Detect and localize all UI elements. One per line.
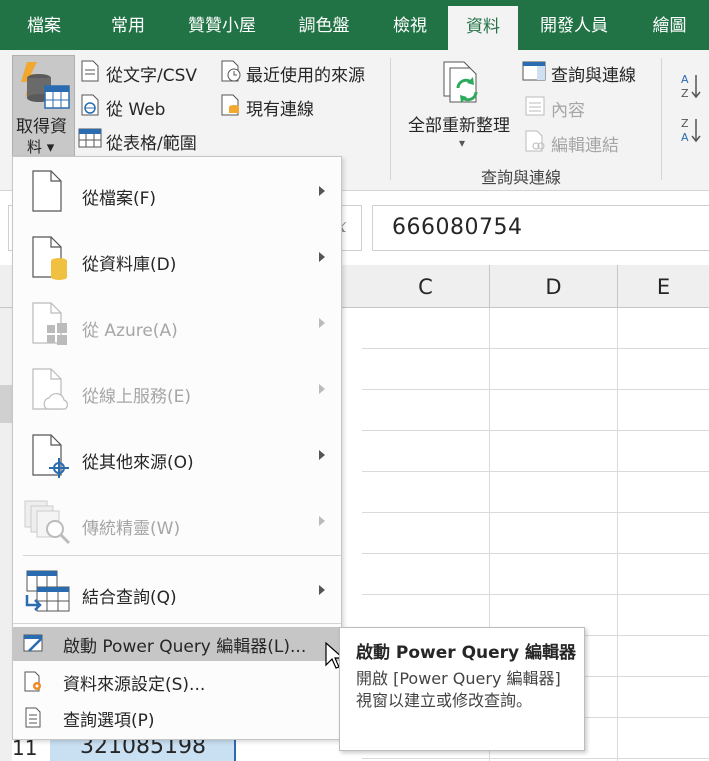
- column-header-e[interactable]: E: [618, 265, 709, 308]
- power-query-editor-icon: [23, 634, 43, 652]
- refresh-all-label: 全部重新整理: [408, 116, 510, 136]
- other-sources-icon: [32, 434, 69, 478]
- menu-item-label: 資料來源設定(S)...: [63, 675, 206, 695]
- refresh-all-icon: [443, 61, 478, 103]
- tab-draw[interactable]: 繪圖: [630, 0, 709, 50]
- submenu-arrow-icon: [319, 384, 325, 394]
- table-icon: [78, 128, 102, 148]
- submenu-arrow-icon: [319, 516, 325, 526]
- recent-sources-label: 最近使用的來源: [246, 66, 365, 86]
- properties-icon: [525, 96, 545, 116]
- submenu-arrow-icon: [319, 186, 325, 196]
- formula-bar[interactable]: 666080754: [372, 205, 709, 251]
- tab-palette[interactable]: 調色盤: [276, 0, 372, 50]
- tooltip: 啟動 Power Query 編輯器 開啟 [Power Query 編輯器] …: [339, 627, 585, 751]
- column-header-d[interactable]: D: [490, 265, 618, 308]
- recent-sources-icon: [221, 60, 241, 82]
- get-data-menu: 從檔案(F) 從資料庫(D) 從 Azure(A) 從線上服務(E) 從其他來源…: [12, 156, 342, 740]
- menu-item-from-online-services: 從線上服務(E): [13, 355, 341, 421]
- get-data-label-1: 取得資: [16, 117, 67, 137]
- text-file-icon: [81, 60, 99, 82]
- existing-connections-icon: [221, 94, 239, 116]
- combine-queries-icon: [25, 570, 70, 612]
- tab-home[interactable]: 常用: [88, 0, 168, 50]
- row-header-strip: [0, 308, 12, 761]
- tab-data[interactable]: 資料: [448, 6, 518, 50]
- menu-item-from-other-sources[interactable]: 從其他來源(O): [13, 421, 341, 487]
- azure-icon: [32, 302, 67, 345]
- menu-item-label: 從其他來源(O): [82, 453, 194, 473]
- svg-text:Z: Z: [681, 117, 689, 130]
- properties-label: 內容: [551, 101, 585, 121]
- queries-connections-icon: [522, 61, 546, 81]
- ribbon-separator: [661, 58, 662, 180]
- tooltip-title: 啟動 Power Query 編輯器: [356, 643, 577, 663]
- queries-connections-label: 查詢與連線: [551, 66, 636, 86]
- sort-a-to-z-icon[interactable]: A Z: [680, 72, 702, 100]
- group-label-queries-connections: 查詢與連線: [481, 168, 562, 187]
- svg-text:Z: Z: [681, 87, 689, 100]
- row-header-selected: [0, 385, 12, 423]
- web-icon: [81, 94, 99, 116]
- legacy-wizard-icon: [24, 500, 71, 545]
- menu-item-data-source-settings[interactable]: 資料來源設定(S)...: [13, 665, 341, 699]
- submenu-arrow-icon: [319, 252, 325, 262]
- tab-zanzan[interactable]: 贊贊小屋: [168, 0, 276, 50]
- column-header-c[interactable]: C: [362, 265, 490, 308]
- ribbon-separator: [390, 58, 391, 180]
- tooltip-body: 開啟 [Power Query 編輯器] 視窗以建立或修改查詢。: [356, 669, 561, 710]
- existing-connections-label: 現有連線: [246, 100, 314, 120]
- from-table-range-label: 從表格/範圍: [106, 134, 197, 154]
- svg-text:A: A: [681, 131, 689, 144]
- from-text-csv-label: 從文字/CSV: [106, 66, 198, 86]
- menu-item-label: 從資料庫(D): [82, 255, 177, 275]
- menu-divider: [23, 555, 341, 556]
- refresh-all-dropdown-icon: ▾: [459, 136, 466, 150]
- ribbon-tab-bar: 檔案 常用 贊贊小屋 調色盤 檢視 資料 開發人員 繪圖: [0, 0, 709, 50]
- submenu-arrow-icon: [319, 585, 325, 595]
- edit-links-icon: [525, 130, 545, 152]
- menu-item-combine-queries[interactable]: 結合查詢(Q): [13, 557, 341, 627]
- edit-links-label: 編輯連結: [551, 136, 619, 156]
- submenu-arrow-icon: [319, 450, 325, 460]
- cloud-service-icon: [32, 368, 68, 410]
- data-source-settings-icon: [24, 671, 41, 692]
- menu-item-launch-power-query-editor[interactable]: 啟動 Power Query 編輯器(L)...: [13, 627, 341, 661]
- menu-item-label: 結合查詢(Q): [82, 588, 177, 608]
- tab-developer[interactable]: 開發人員: [518, 0, 630, 50]
- menu-item-label: 啟動 Power Query 編輯器(L)...: [63, 637, 307, 657]
- menu-item-from-file[interactable]: 從檔案(F): [13, 157, 341, 223]
- svg-text:A: A: [681, 73, 689, 86]
- query-options-icon: [25, 707, 41, 728]
- tab-view[interactable]: 檢視: [372, 0, 448, 50]
- file-icon: [32, 170, 62, 212]
- menu-item-label: 從檔案(F): [82, 189, 157, 209]
- sort-z-to-a-icon[interactable]: Z A: [680, 116, 702, 144]
- menu-divider: [13, 623, 341, 624]
- database-icon: [32, 236, 67, 280]
- menu-item-label: 從線上服務(E): [82, 387, 192, 407]
- get-data-icon: [21, 62, 70, 109]
- menu-item-legacy-wizards: 傳統精靈(W): [13, 487, 341, 553]
- menu-item-label: 傳統精靈(W): [82, 519, 181, 539]
- get-data-label-2: 料 ▾: [27, 138, 55, 156]
- menu-item-from-azure: 從 Azure(A): [13, 289, 341, 355]
- menu-item-query-options[interactable]: 查詢選項(P): [13, 701, 341, 735]
- formula-value: 666080754: [392, 215, 523, 240]
- tab-file[interactable]: 檔案: [0, 0, 88, 50]
- menu-item-from-database[interactable]: 從資料庫(D): [13, 223, 341, 289]
- from-web-label: 從 Web: [106, 100, 166, 120]
- submenu-arrow-icon: [319, 318, 325, 328]
- menu-item-label: 查詢選項(P): [63, 711, 155, 731]
- menu-item-label: 從 Azure(A): [82, 321, 178, 341]
